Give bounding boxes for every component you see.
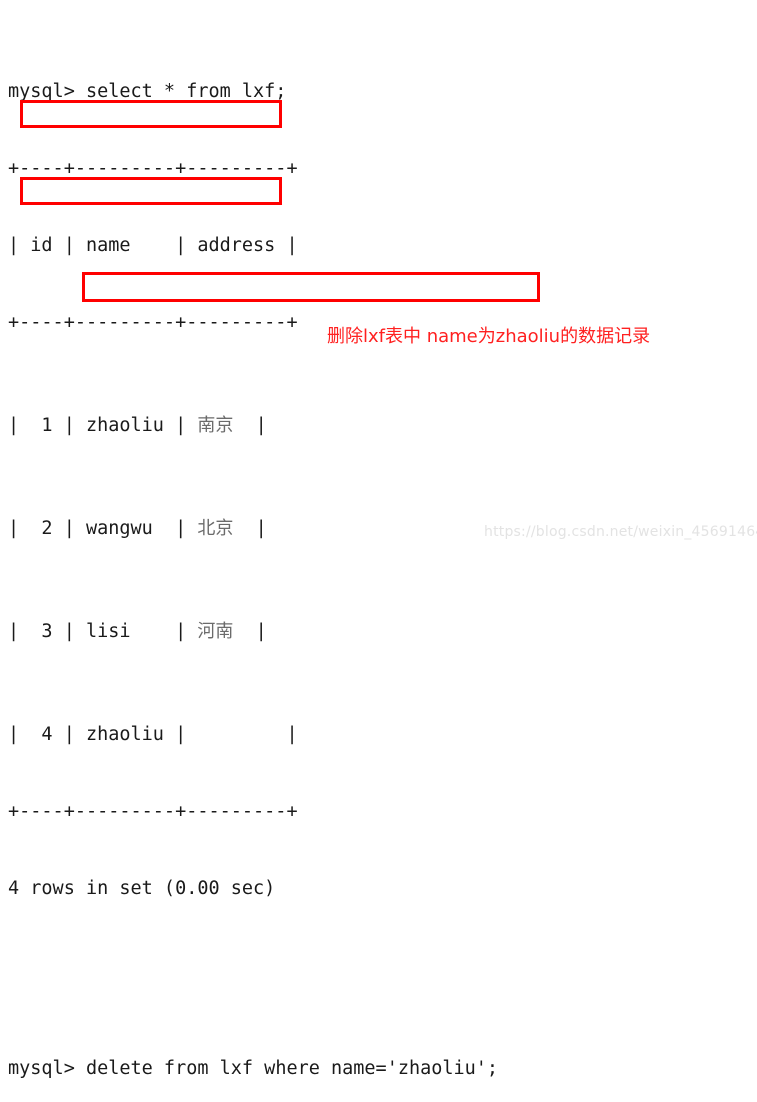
table-row-ascii: | 2 | wangwu | <box>8 517 198 539</box>
table-separator-bottom: +----+---------+---------+ <box>8 800 298 822</box>
table-cell-address: 河南 <box>197 620 234 642</box>
table-row-tail: | <box>233 517 267 539</box>
table-row: | 3 | lisi | 河南 | <box>8 619 498 645</box>
table-cell-address: 南京 <box>197 415 234 437</box>
table-row: | 1 | zhaoliu | 南京 | <box>8 413 498 439</box>
table-separator-top: +----+---------+---------+ <box>8 158 298 180</box>
table-row-tail: | <box>233 415 267 437</box>
shell-prompt: mysql> <box>8 1057 86 1079</box>
table-cell-address: 北京 <box>197 517 234 539</box>
command-line-delete: mysql> delete from lxf where name='zhaol… <box>8 1056 498 1082</box>
annotation-text: 删除lxf表中 name为zhaoliu的数据记录 <box>327 326 651 347</box>
result-summary-select-1: 4 rows in set (0.00 sec) <box>8 877 276 899</box>
watermark: https://blog.csdn.net/weixin_45691464 <box>484 524 757 540</box>
table-row-ascii: | 3 | lisi | <box>8 620 198 642</box>
terminal-output: mysql> select * from lxf; +----+--------… <box>8 2 498 1102</box>
command-line-select-1: mysql> select * from lxf; <box>8 81 287 103</box>
table-row-ascii: | 1 | zhaoliu | <box>8 415 198 437</box>
table-row: | 2 | wangwu | 北京 | <box>8 516 498 542</box>
table-row-tail: | <box>233 620 267 642</box>
table-header-row: | id | name | address | <box>8 235 298 257</box>
delete-statement: delete from lxf where name='zhaoliu'; <box>85 1057 499 1079</box>
table-row: | 4 | zhaoliu | | <box>8 723 298 745</box>
